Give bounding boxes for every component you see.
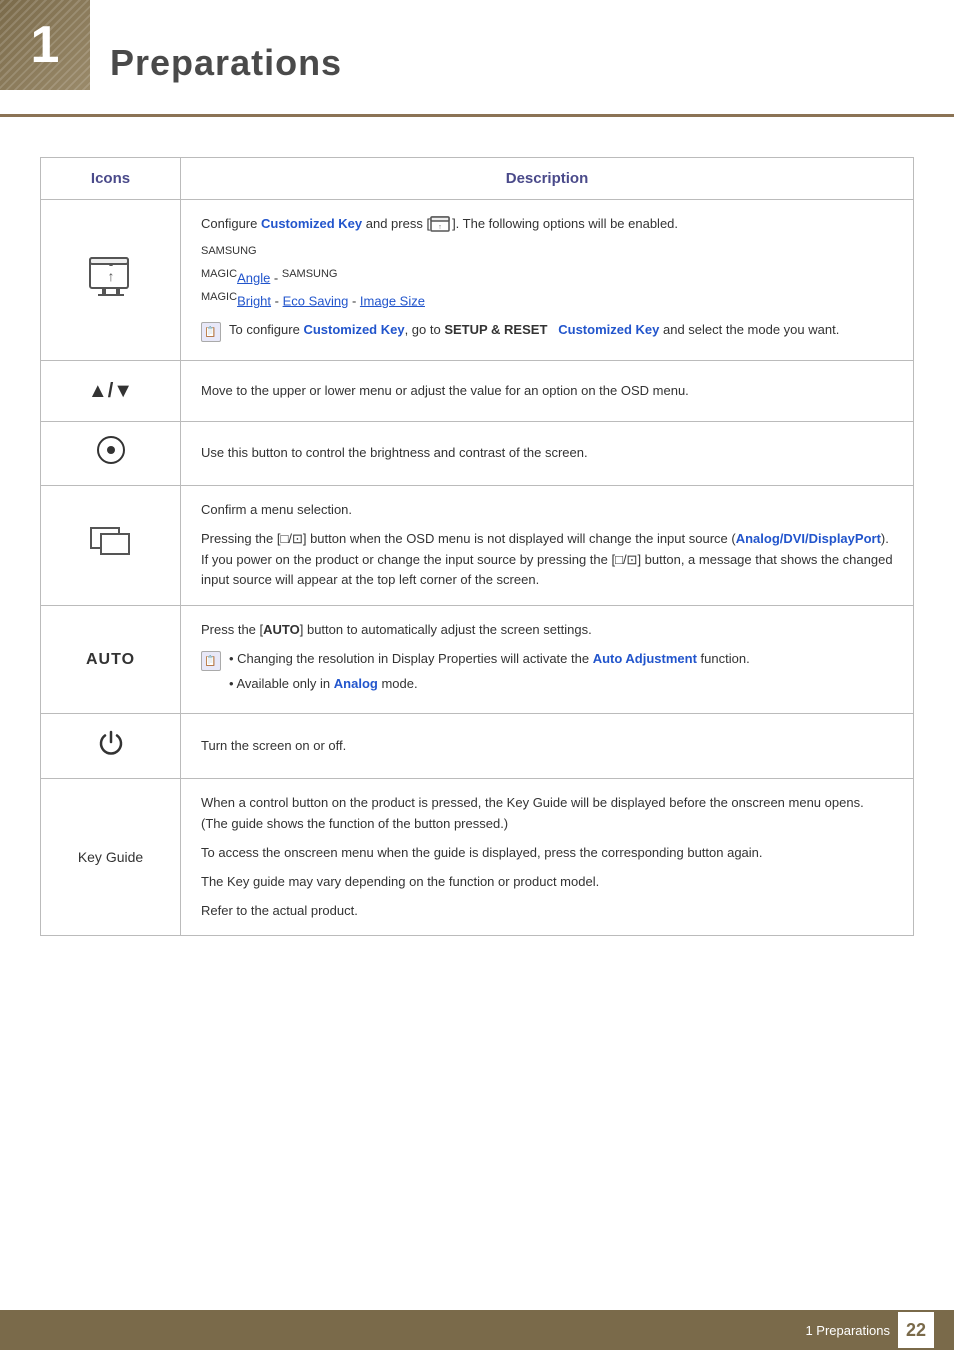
desc-links-line: SAMSUNGMAGICAngle - SAMSUNGMAGICBright -… <box>201 243 893 312</box>
table-row: Turn the screen on or off. <box>41 713 914 779</box>
page-number: 22 <box>898 1312 934 1348</box>
icons-table: Icons Description ↑ <box>40 157 914 936</box>
header-number-badge: 1 <box>0 0 90 90</box>
table-row: Key Guide When a control button on the p… <box>41 779 914 936</box>
circle-dot-icon <box>97 436 125 464</box>
svg-text:↑: ↑ <box>107 268 114 284</box>
page-header: 1 Preparations <box>0 0 954 117</box>
table-row: ↑ Configure Customized Key and press [↑]… <box>41 200 914 361</box>
power-description-cell: Turn the screen on or off. <box>181 713 914 779</box>
page-footer: 1 Preparations 22 <box>0 1310 954 1350</box>
key-guide-para-4: Refer to the actual product. <box>201 901 893 922</box>
circle-dot-icon-cell <box>41 422 181 486</box>
table-row: Confirm a menu selection. Pressing the [… <box>41 485 914 605</box>
eco-saving-link[interactable]: Eco Saving <box>283 293 349 308</box>
up-down-arrows-icon: ▲/▼ <box>88 380 133 402</box>
icons-column-header: Icons <box>41 158 181 200</box>
chapter-number: 1 <box>31 15 60 75</box>
key-guide-para-2: To access the onscreen menu when the gui… <box>201 843 893 864</box>
note-text-1: To configure Customized Key, go to SETUP… <box>229 320 839 341</box>
circle-desc-text: Use this button to control the brightnes… <box>201 445 588 460</box>
power-icon <box>96 728 126 758</box>
key-guide-description-cell: When a control button on the product is … <box>181 779 914 936</box>
key-guide-para-1: When a control button on the product is … <box>201 793 893 835</box>
rect2 <box>100 533 130 555</box>
arrows-description-cell: Move to the upper or lower menu or adjus… <box>181 361 914 422</box>
table-row: Use this button to control the brightnes… <box>41 422 914 486</box>
table-row: ▲/▼ Move to the upper or lower menu or a… <box>41 361 914 422</box>
source-switch-icon <box>90 527 132 557</box>
main-content: Icons Description ↑ <box>0 117 954 976</box>
arrows-icon-cell: ▲/▼ <box>41 361 181 422</box>
note-icon-2 <box>201 651 221 671</box>
page-title: Preparations <box>110 20 954 84</box>
monitor-up-icon: ↑ <box>88 256 134 298</box>
auto-desc-para-1: Press the [AUTO] button to automatically… <box>201 620 893 641</box>
monitor-description-cell: Configure Customized Key and press [↑]. … <box>181 200 914 361</box>
auto-bullets: • Changing the resolution in Display Pro… <box>229 649 750 695</box>
key-guide-icon-cell: Key Guide <box>41 779 181 936</box>
svg-text:↑: ↑ <box>438 224 442 231</box>
source-desc-para-1: Confirm a menu selection. <box>201 500 893 521</box>
desc-para-1: Configure Customized Key and press [↑]. … <box>201 214 893 235</box>
auto-description-cell: Press the [AUTO] button to automatically… <box>181 606 914 713</box>
footer-text: 1 Preparations <box>805 1323 890 1338</box>
monitor-icon-cell: ↑ <box>41 200 181 361</box>
monitor-inline-icon: ↑ <box>430 216 452 234</box>
source-icon-cell <box>41 485 181 605</box>
source-description-cell: Confirm a menu selection. Pressing the [… <box>181 485 914 605</box>
auto-text-icon: AUTO <box>86 651 135 668</box>
table-row: AUTO Press the [AUTO] button to automati… <box>41 606 914 713</box>
auto-icon-cell: AUTO <box>41 606 181 713</box>
power-icon-cell <box>41 713 181 779</box>
note-icon-1 <box>201 322 221 342</box>
bright-link[interactable]: Bright <box>237 293 271 308</box>
power-desc-text: Turn the screen on or off. <box>201 738 346 753</box>
key-guide-label: Key Guide <box>78 849 143 865</box>
table-header-row: Icons Description <box>41 158 914 200</box>
circle-description-cell: Use this button to control the brightnes… <box>181 422 914 486</box>
auto-bullet-2: • Available only in Analog mode. <box>229 674 750 695</box>
note-box-2: • Changing the resolution in Display Pro… <box>201 649 893 695</box>
auto-bullet-1: • Changing the resolution in Display Pro… <box>229 649 750 670</box>
source-desc-para-2: Pressing the [□/⊡] button when the OSD m… <box>201 529 893 591</box>
image-size-link[interactable]: Image Size <box>360 293 425 308</box>
angle-link[interactable]: Angle <box>237 270 270 285</box>
description-column-header: Description <box>181 158 914 200</box>
key-guide-para-3: The Key guide may vary depending on the … <box>201 872 893 893</box>
customized-key-text: Customized Key <box>261 216 362 231</box>
note-box-1: To configure Customized Key, go to SETUP… <box>201 320 893 342</box>
arrows-desc-text: Move to the upper or lower menu or adjus… <box>201 383 689 398</box>
